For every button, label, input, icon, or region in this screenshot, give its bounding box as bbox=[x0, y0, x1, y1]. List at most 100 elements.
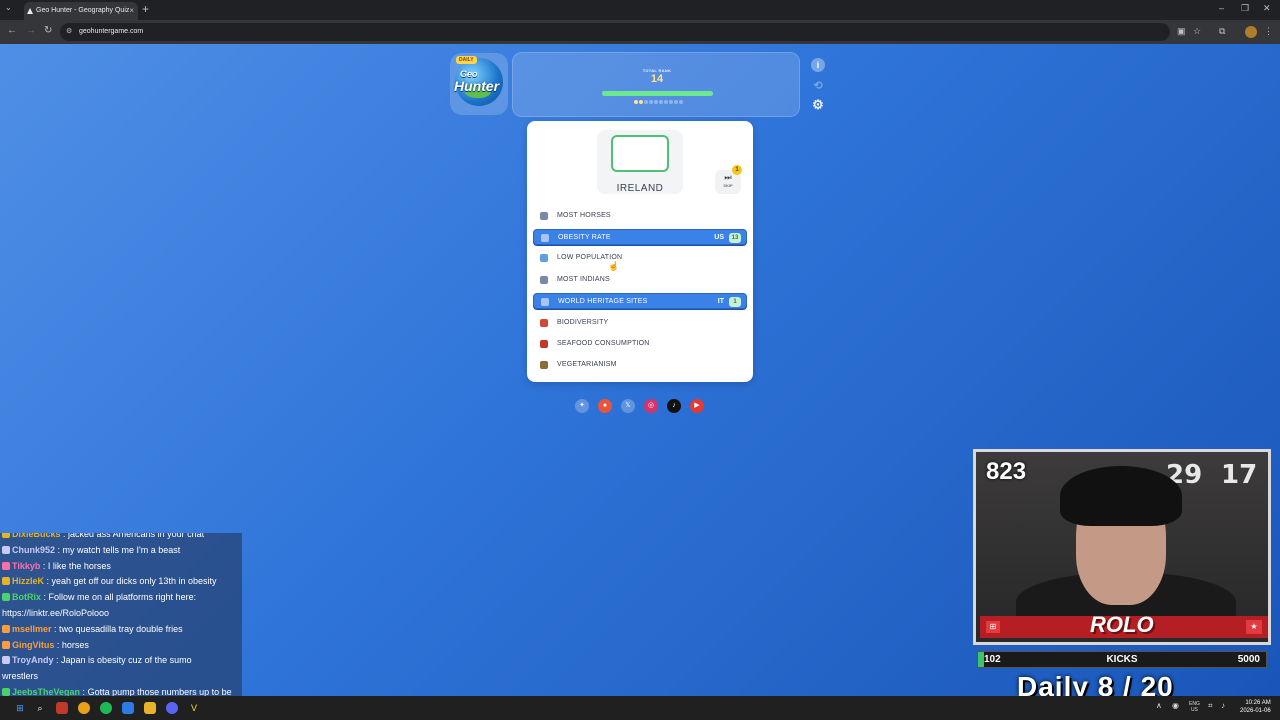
chat-text: https://linktr.ee/RoloPolooo bbox=[2, 608, 110, 618]
instagram-icon[interactable]: ◎ bbox=[644, 399, 658, 413]
app-icon[interactable] bbox=[122, 702, 134, 714]
category-option[interactable]: SEAFOOD CONSUMPTION bbox=[533, 336, 747, 352]
volume-icon[interactable]: ♪ bbox=[1221, 701, 1225, 710]
chat-badge-icon bbox=[2, 593, 10, 602]
tiktok-icon[interactable]: ♪ bbox=[667, 399, 681, 413]
chat-message: TroyAndy : Japan is obesity cuz of the s… bbox=[2, 653, 240, 668]
chrome-icon[interactable] bbox=[78, 702, 90, 714]
restore-icon[interactable]: ❐ bbox=[1241, 3, 1249, 14]
clock-time: 10:26 AM bbox=[1245, 700, 1271, 706]
rank-progress-bar bbox=[602, 91, 713, 96]
chat-text: horses bbox=[61, 639, 89, 650]
chat-username[interactable]: DixieBucks bbox=[12, 533, 61, 539]
chat-text: wrestlers bbox=[2, 671, 39, 682]
tray-chevron-icon[interactable]: ∧ bbox=[1156, 701, 1162, 710]
forward-icon[interactable]: → bbox=[26, 25, 36, 36]
chat-text: I like the horses bbox=[47, 560, 111, 571]
reddit-icon[interactable]: ● bbox=[598, 399, 612, 413]
tab-title: Geo Hunter - Geography Quiz bbox=[36, 7, 130, 14]
webcam-overlay: 29 17 823 ⊞ ROLO ★ bbox=[973, 449, 1271, 645]
chat-message: msellmer : two quesadilla tray double fr… bbox=[2, 622, 240, 637]
brand-banner: ⊞ ROLO ★ bbox=[980, 612, 1268, 638]
settings-gear-icon[interactable]: ⚙ bbox=[811, 98, 825, 112]
start-icon[interactable]: ⊞ bbox=[14, 702, 26, 714]
chat-badge-icon bbox=[2, 577, 10, 586]
profile-avatar[interactable] bbox=[1245, 26, 1257, 38]
category-icon bbox=[541, 234, 549, 242]
window-close-icon[interactable]: ✕ bbox=[1263, 3, 1271, 14]
question-card: IRELAND ⏭ SKIP 1 MOST HORSES OBESITY RATE… bbox=[527, 121, 753, 382]
chat-badge-icon bbox=[2, 624, 10, 633]
chat-username[interactable]: Chunk952 bbox=[12, 545, 55, 555]
browser-tab[interactable]: Geo Hunter - Geography Quiz × bbox=[24, 2, 138, 20]
lang-bottom: US bbox=[1190, 707, 1198, 713]
chat-message: Chunk952 : my watch tells me I'm a beast bbox=[2, 543, 240, 558]
skip-button[interactable]: ⏭ SKIP 1 bbox=[715, 165, 742, 194]
category-icon bbox=[540, 254, 548, 262]
tab-close-icon[interactable]: × bbox=[129, 2, 134, 20]
browser-toolbar: ← → ↻ ⚙ geohuntergame.com ▣ ☆ ⧉ ⋮ bbox=[0, 20, 1280, 44]
skip-count-badge: 1 bbox=[732, 165, 742, 175]
geohunter-logo[interactable]: DAILY Geo Hunter bbox=[450, 53, 508, 115]
favicon-icon bbox=[27, 8, 33, 14]
chat-username[interactable]: GingVitus bbox=[12, 640, 54, 650]
chat-text: my watch tells me I'm a beast bbox=[62, 544, 181, 555]
chat-username[interactable]: BotRix bbox=[12, 592, 41, 602]
chat-message: DixieBucks : jacked ass Americans in you… bbox=[2, 533, 240, 542]
category-option[interactable]: MOST HORSES bbox=[533, 208, 747, 224]
logo-text-hunter: Hunter bbox=[454, 78, 500, 94]
reload-icon[interactable]: ↻ bbox=[44, 25, 52, 36]
tab-search-icon[interactable]: ⌄ bbox=[5, 3, 12, 12]
chosen-country-code: IT bbox=[717, 298, 724, 305]
category-option[interactable]: WORLD HERITAGE SITES IT 1 bbox=[533, 293, 747, 309]
category-option[interactable]: BIODIVERSITY bbox=[533, 315, 747, 331]
address-bar[interactable]: ⚙ geohuntergame.com bbox=[60, 23, 1170, 41]
lightbulb-icon[interactable]: ✦ bbox=[575, 399, 589, 413]
bookmark-star-icon[interactable]: ☆ bbox=[1193, 26, 1201, 37]
chat-username[interactable]: HizzleK bbox=[12, 576, 44, 586]
chat-badge-icon bbox=[2, 545, 10, 554]
round-dot bbox=[649, 100, 653, 104]
category-rank-badge: 13 bbox=[729, 233, 741, 243]
refresh-icon[interactable]: ⟲ bbox=[811, 79, 825, 93]
rank-value: 14 bbox=[650, 73, 664, 85]
browser-tab-strip: ⌄ Geo Hunter - Geography Quiz × + – ❐ ✕ bbox=[0, 0, 1280, 20]
chat-username[interactable]: Tikkyb bbox=[12, 561, 40, 571]
cast-icon[interactable]: ▣ bbox=[1177, 26, 1186, 37]
chat-badge-icon bbox=[2, 533, 10, 538]
chat-message: Tikkyb : I like the horses bbox=[2, 559, 240, 574]
network-icon[interactable]: ⌗ bbox=[1208, 701, 1213, 711]
round-dot bbox=[669, 100, 673, 104]
chat-text: yeah get off our dicks only 13th in obes… bbox=[51, 576, 217, 587]
tray-app-icon[interactable]: ◉ bbox=[1172, 701, 1179, 710]
x-icon[interactable]: 𝕏 bbox=[621, 399, 635, 413]
language-indicator[interactable]: ENG US bbox=[1189, 701, 1200, 713]
back-icon[interactable]: ← bbox=[7, 25, 17, 36]
info-icon[interactable]: i bbox=[811, 58, 825, 72]
clock-date: 2026-01-06 bbox=[1240, 708, 1271, 714]
browser-menu-icon[interactable]: ⋮ bbox=[1264, 26, 1273, 37]
youtube-icon[interactable]: ▶ bbox=[690, 399, 704, 413]
rank-progress-fill bbox=[602, 91, 713, 96]
minimize-icon[interactable]: – bbox=[1219, 3, 1224, 13]
search-icon[interactable]: ⌕ bbox=[34, 702, 46, 714]
app-icon[interactable]: V bbox=[188, 702, 200, 714]
category-option[interactable]: OBESITY RATE US 13 bbox=[533, 229, 747, 245]
category-name: WORLD HERITAGE SITES bbox=[558, 298, 648, 305]
chat-badge-icon bbox=[2, 688, 10, 696]
chat-badge-icon bbox=[2, 656, 10, 665]
category-option[interactable]: MOST INDIANS bbox=[533, 272, 747, 288]
extensions-icon[interactable]: ⧉ bbox=[1219, 26, 1225, 37]
brand-left-icon: ⊞ bbox=[986, 621, 1000, 633]
category-option[interactable]: VEGETARIANISM bbox=[533, 357, 747, 373]
new-tab-button[interactable]: + bbox=[142, 2, 149, 16]
chat-username[interactable]: TroyAndy bbox=[12, 655, 54, 665]
discord-icon[interactable] bbox=[166, 702, 178, 714]
app-icon[interactable] bbox=[56, 702, 68, 714]
spotify-icon[interactable] bbox=[100, 702, 112, 714]
folder-icon[interactable] bbox=[144, 702, 156, 714]
category-option[interactable]: LOW POPULATION bbox=[533, 250, 747, 266]
chat-username[interactable]: msellmer bbox=[12, 624, 52, 634]
taskbar-clock[interactable]: 10:26 AM 2026-01-06 bbox=[1240, 699, 1271, 715]
site-info-icon[interactable]: ⚙ bbox=[66, 23, 72, 41]
